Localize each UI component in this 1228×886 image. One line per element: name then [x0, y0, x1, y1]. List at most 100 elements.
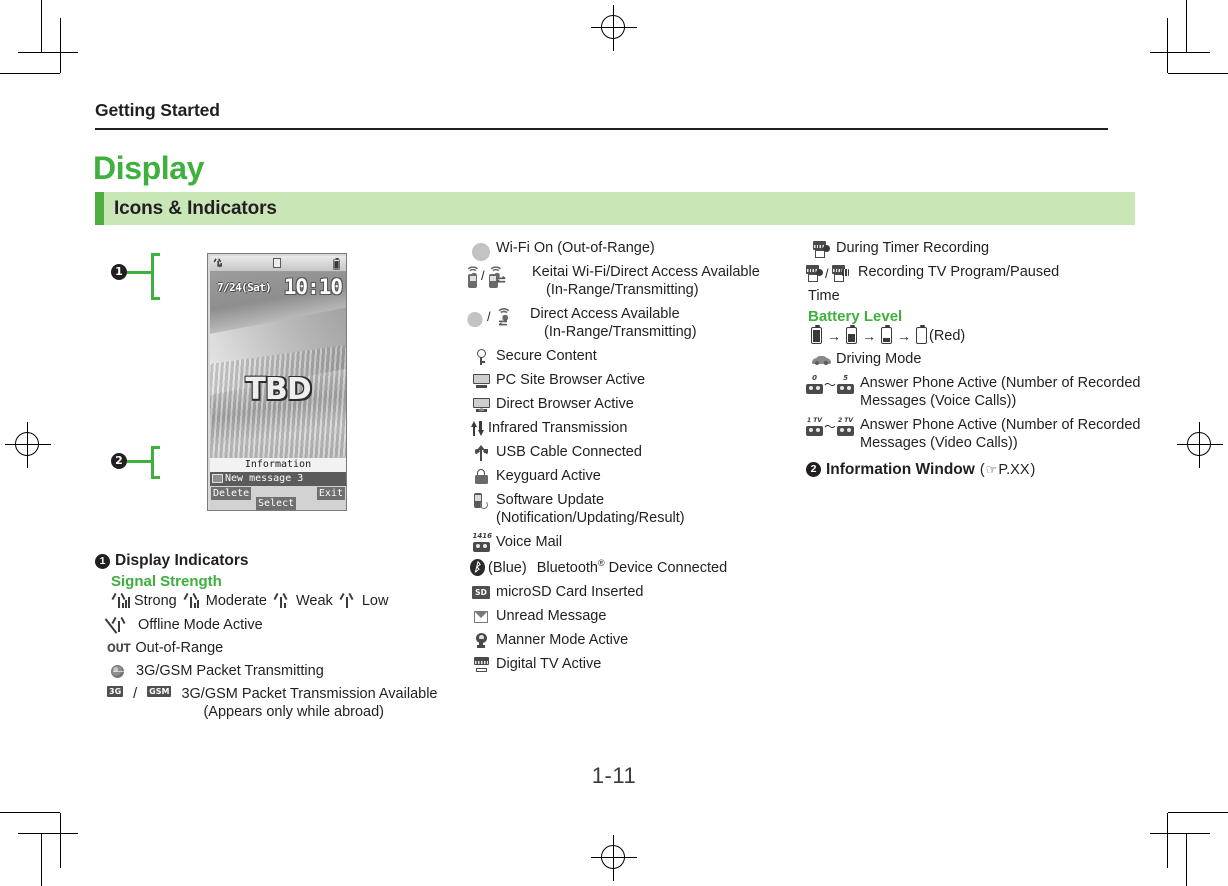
- ref-close-paren: ): [1030, 462, 1036, 479]
- ref-open-paren: (: [979, 462, 985, 479]
- battery-empty-icon: [916, 325, 927, 345]
- out-of-range-row: OUT Out-of-Range: [107, 640, 465, 656]
- digital-tv-label: Digital TV Active: [496, 655, 602, 672]
- softkey-left[interactable]: Delete: [211, 487, 252, 500]
- globe-packet-icon: [111, 664, 124, 678]
- softkey-center[interactable]: Select: [256, 497, 297, 510]
- microsd-label: microSD Card Inserted: [496, 583, 644, 600]
- answer-phone-video-label: Answer Phone Active (Number of Recorded: [860, 417, 1141, 434]
- wifi-out-of-range-label: Wi-Fi On (Out-of-Range): [496, 240, 655, 256]
- list-item: 0 ～ 5 Answer Phone Active (Number of Rec…: [806, 375, 1146, 411]
- out-of-range-label: Out-of-Range: [135, 640, 224, 656]
- keitai-wifi-text: Keitai Wi-Fi/Direct Access Available (In…: [532, 264, 796, 300]
- pc-site-browser-label: PC Site Browser Active: [496, 371, 646, 388]
- timer-recording-label: During Timer Recording: [836, 240, 990, 256]
- softkey-right[interactable]: Exit: [316, 487, 345, 500]
- list-item: Software Update (Notification/Updating/R…: [466, 492, 796, 528]
- phone-date: 7/24(Sat): [217, 281, 272, 294]
- list-item: Digital TV Active: [466, 656, 796, 674]
- list-item: Manner Mode Active: [466, 632, 796, 650]
- handset-body: 7/24(Sat) 10:10 TBD Information New mess…: [207, 253, 347, 511]
- heading-marker-1: 1: [95, 554, 110, 569]
- battery-arrow-3: →: [897, 327, 911, 344]
- bluetooth-icon: ᛒ: [466, 558, 488, 577]
- signal-strength-subheading: Signal Strength: [111, 573, 222, 590]
- icon-separator: /: [487, 309, 491, 325]
- software-update-label: Software Update: [496, 491, 605, 508]
- manner-mode-label: Manner Mode Active: [496, 631, 629, 648]
- answer-phone-video-text: Answer Phone Active (Number of Recorded …: [860, 417, 1146, 453]
- answer-phone-video-icon: 1 TV ～ 2 TV: [806, 417, 855, 437]
- list-item: USB Cable Connected: [466, 444, 796, 462]
- icon-separator: /: [481, 267, 485, 283]
- software-update-text: Software Update (Notification/Updating/R…: [496, 492, 796, 528]
- answer-phone-voice-icon: 0 ～ 5: [806, 375, 855, 395]
- direct-browser-label: Direct Browser Active: [496, 395, 634, 412]
- heading-marker-2: 2: [806, 461, 821, 477]
- header-rule: [95, 128, 1108, 130]
- information-window-row-label: New message 3: [225, 473, 304, 484]
- status-battery-icon: [331, 256, 342, 273]
- list-item: 1 TV ～ 2 TV Answer Phone Active (Number …: [806, 417, 1146, 453]
- recording-tv-program-label: Recording TV Program/Paused: [858, 264, 1060, 281]
- secure-content-label: Secure Content: [496, 347, 597, 364]
- display-indicators-heading: 1 Display Indicators: [95, 552, 465, 570]
- page-reference[interactable]: ( ☞ P.XX ): [980, 462, 1036, 478]
- battery-red-note: (Red): [929, 327, 966, 344]
- middle-indicator-list: Wi-Fi On (Out-of-Range) / Keitai Wi-Fi/D…: [465, 240, 796, 674]
- driving-mode-label: Driving Mode: [836, 351, 922, 368]
- keitai-phone-icon: [468, 273, 477, 288]
- battery-level-row: → → → (Red): [808, 325, 1146, 345]
- direct-access-text: Direct Access Available (In-Range/Transm…: [530, 306, 796, 342]
- list-item: / Recording TV Program/Paused: [806, 264, 1146, 283]
- list-item: Unread Message: [466, 608, 796, 626]
- signal-weak-item: Weak: [273, 592, 333, 609]
- information-window-row[interactable]: New message 3: [210, 472, 346, 486]
- direct-access-sublabel: (In-Range/Transmitting): [544, 323, 697, 340]
- phone-screen-figure: 1 2 7/24(Sat) 10:10 TBD Information New …: [111, 248, 366, 518]
- ref-page-text: P.XX: [998, 462, 1030, 479]
- out-of-range-text-icon: OUT: [107, 641, 131, 655]
- list-item: SD microSD Card Inserted: [466, 584, 796, 602]
- information-window-heading: 2 Information Window ( ☞ P.XX ): [806, 461, 1146, 479]
- list-item: PC Site Browser Active: [466, 372, 796, 390]
- list-item: Keyguard Active: [466, 468, 796, 486]
- right-indicator-list: During Timer Recording / Recording TV Pr…: [806, 240, 1146, 283]
- answer-phone-voice-label: Answer Phone Active (Number of Recorded: [860, 375, 1141, 392]
- icon-separator: /: [825, 265, 829, 281]
- callout-bracket-1-stem: [127, 271, 153, 274]
- list-item: During Timer Recording: [806, 240, 1146, 258]
- recording-tv-program-icon: /: [806, 265, 852, 283]
- list-item: Driving Mode: [806, 351, 1146, 369]
- usb-cable-icon: [466, 444, 496, 463]
- signal-moderate-item: Moderate: [183, 592, 267, 609]
- signal-weak-label: Weak: [296, 592, 333, 609]
- battery-arrow-1: →: [827, 327, 841, 344]
- signal-low-label: Low: [361, 592, 389, 609]
- running-head: Getting Started: [95, 100, 220, 120]
- packet-available-sublabel: (Appears only while abroad): [203, 703, 385, 720]
- keitai-wifi-direct-access-icon: /: [465, 265, 532, 288]
- keitai-wifi-sublabel: (In-Range/Transmitting): [546, 281, 699, 298]
- callout-marker-2: 2: [111, 453, 127, 469]
- battery-level-subheading: Battery Level: [808, 308, 903, 326]
- direct-access-label: Direct Access Available: [530, 305, 680, 322]
- status-message-icon: [273, 256, 281, 271]
- information-window-title: Information: [210, 458, 346, 472]
- voice-mail-label: Voice Mail: [496, 533, 563, 550]
- left-column: 1 Display Indicators Signal Strength Str…: [95, 552, 465, 729]
- list-item: ᛒ (Blue) Bluetooth® Device Connected: [466, 558, 796, 578]
- time-label: Time: [808, 288, 840, 305]
- callout-bracket-2-vert: [151, 446, 154, 479]
- signal-strength-row: Strong Moderate Weak Low: [111, 592, 465, 609]
- section-heading-label: Icons & Indicators: [114, 198, 277, 219]
- pointing-hand-icon: ☞: [985, 462, 998, 478]
- badge-separator: /: [133, 686, 138, 702]
- range-tilde: ～: [824, 377, 837, 392]
- signal-moderate-icon: [183, 592, 202, 609]
- packet-available-label: 3G/GSM Packet Transmission Available: [181, 686, 438, 702]
- bluetooth-text: (Blue) Bluetooth® Device Connected: [488, 558, 796, 578]
- manner-mode-icon: [466, 633, 496, 651]
- bluetooth-color-note: (Blue): [488, 559, 527, 576]
- callout-bracket-1-top: [151, 253, 160, 256]
